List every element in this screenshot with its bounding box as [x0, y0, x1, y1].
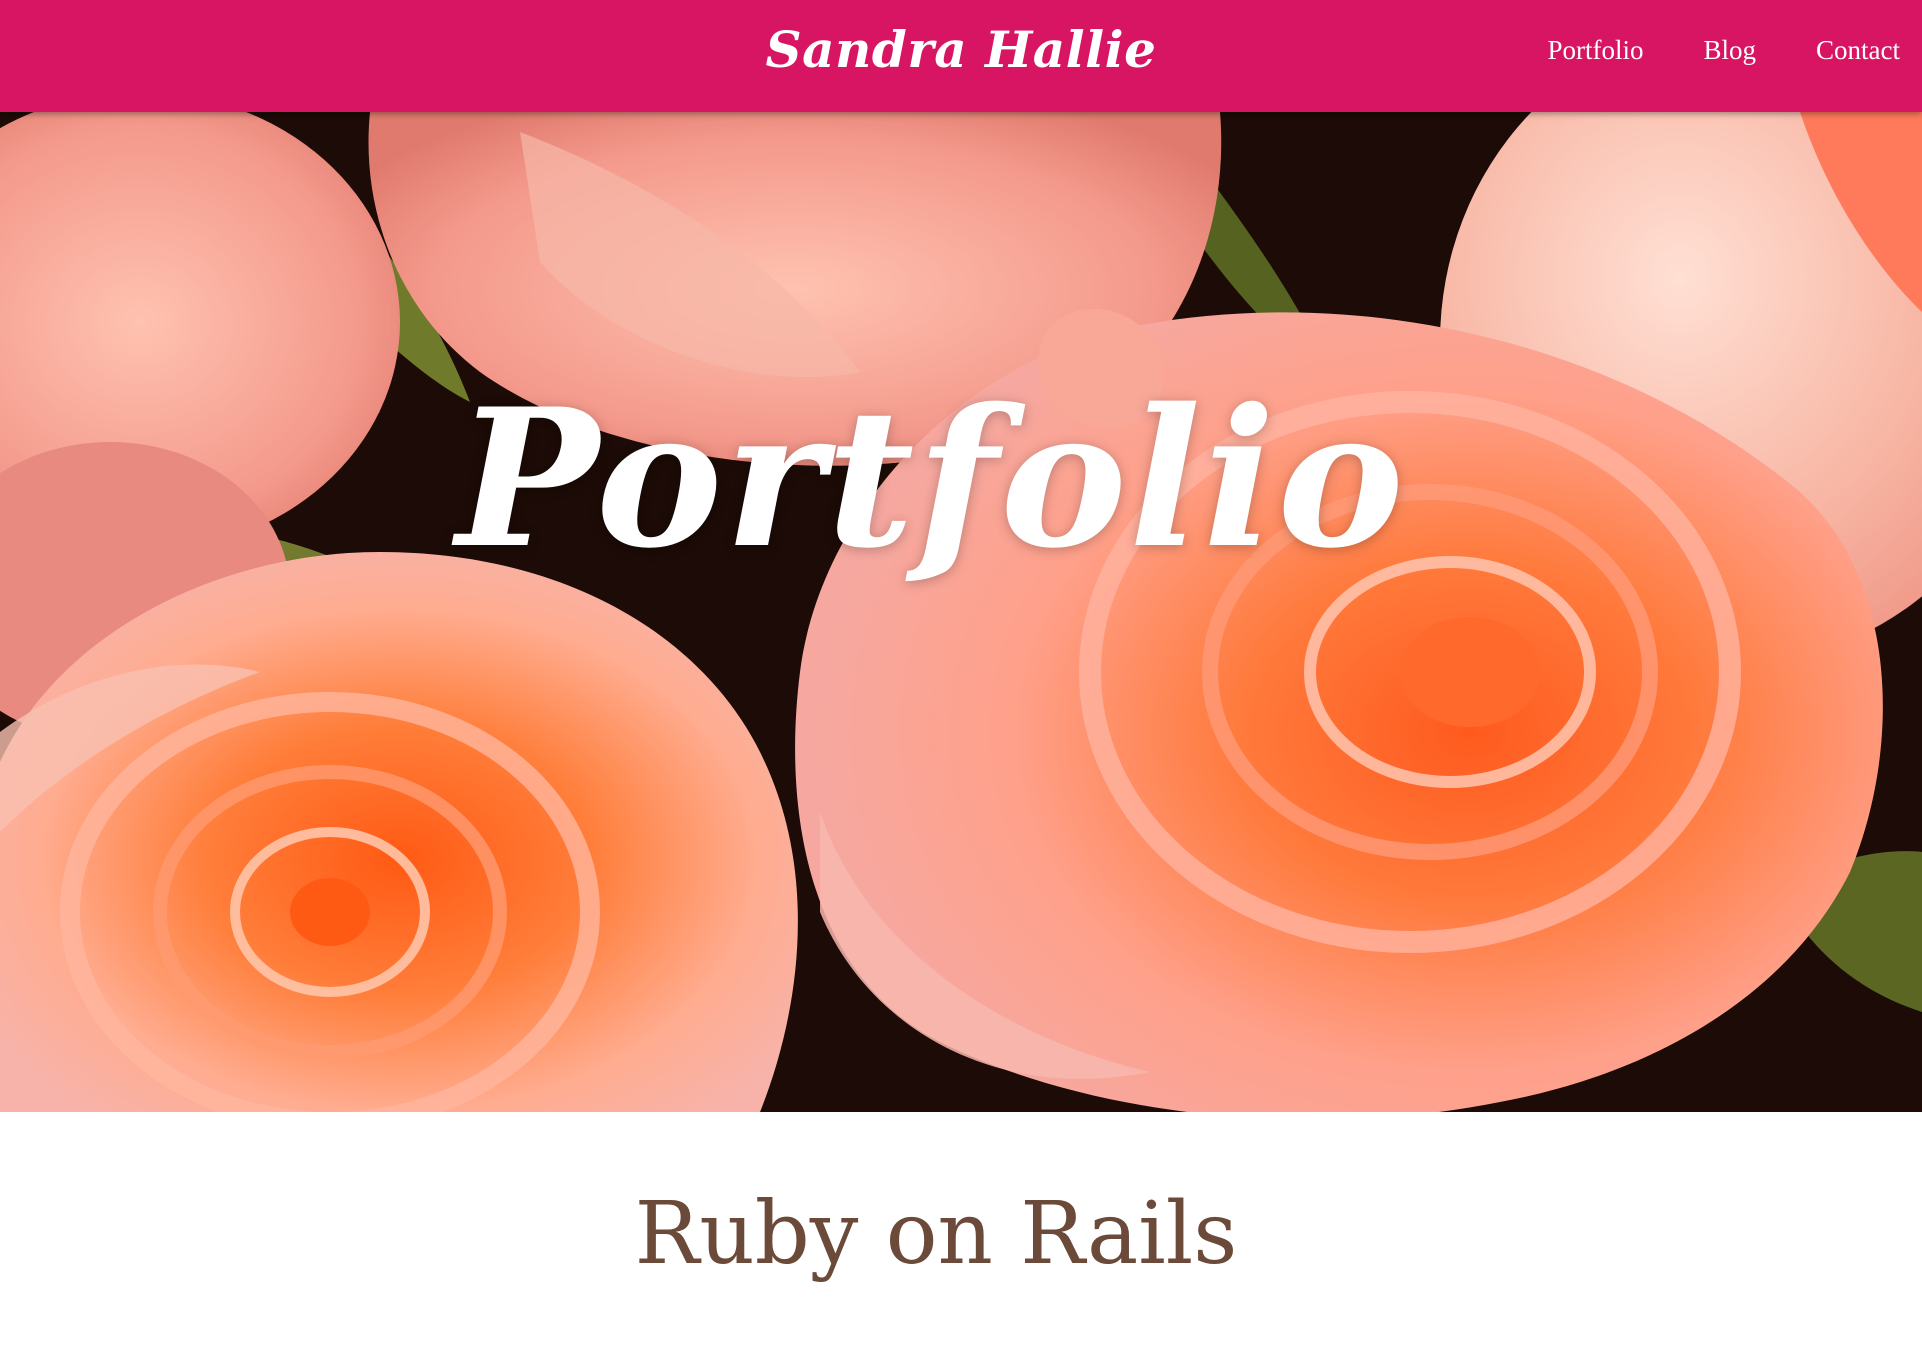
site-header: Sandra Hallie Portfolio Blog Contact	[0, 0, 1922, 112]
nav-link-blog[interactable]: Blog	[1704, 35, 1757, 66]
nav-link-contact[interactable]: Contact	[1816, 35, 1900, 66]
section-heading: Ruby on Rails	[634, 1184, 1238, 1284]
hero-title: Portfolio	[456, 367, 1406, 590]
rose-bouquet-image	[0, 112, 1922, 1112]
main-nav: Portfolio Blog Contact	[1547, 0, 1900, 100]
portfolio-section: Ruby on Rails	[0, 1112, 1922, 1352]
nav-link-portfolio[interactable]: Portfolio	[1547, 35, 1643, 66]
hero-banner: Portfolio	[0, 112, 1922, 1112]
